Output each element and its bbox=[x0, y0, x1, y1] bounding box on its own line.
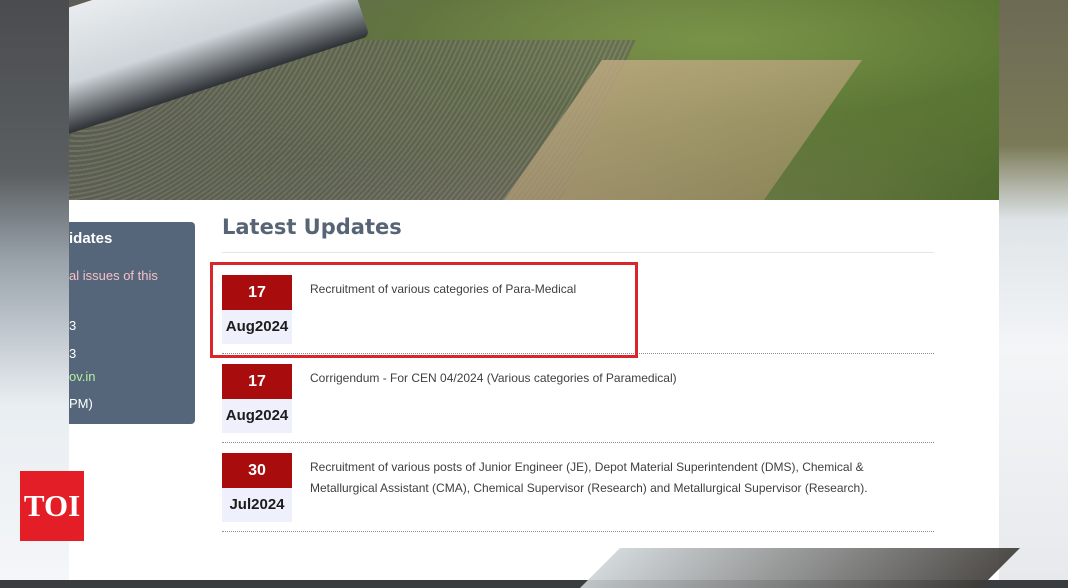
train-image-bottom bbox=[580, 548, 1020, 588]
divider bbox=[222, 252, 934, 253]
content-card: idates al issues of this 3 3 ov.in PM) L… bbox=[69, 200, 999, 580]
background-right bbox=[999, 0, 1068, 580]
date-day: 30 bbox=[222, 453, 292, 488]
list-item[interactable]: 17 Aug2024 Corrigendum - For CEN 04/2024… bbox=[222, 354, 934, 443]
date-month-year: Aug2024 bbox=[222, 399, 292, 433]
update-link[interactable]: Recruitment of various posts of Junior E… bbox=[310, 457, 910, 499]
page-title: Latest Updates bbox=[222, 215, 402, 239]
date-badge: 17 Aug2024 bbox=[222, 364, 292, 433]
update-link[interactable]: Corrigendum - For CEN 04/2024 (Various c… bbox=[310, 368, 910, 389]
helpdesk-phone-2: 3 bbox=[69, 346, 77, 361]
helpdesk-title: idates bbox=[69, 230, 113, 247]
date-month-year: Jul2024 bbox=[222, 488, 292, 522]
highlight-box bbox=[210, 262, 638, 358]
date-badge: 30 Jul2024 bbox=[222, 453, 292, 522]
helpdesk-hours: PM) bbox=[69, 396, 93, 411]
date-day: 17 bbox=[222, 364, 292, 399]
list-item[interactable]: 30 Jul2024 Recruitment of various posts … bbox=[222, 443, 934, 532]
hero-image bbox=[69, 0, 999, 200]
helpdesk-email-link[interactable]: ov.in bbox=[69, 369, 96, 384]
helpdesk-issue-text: al issues of this bbox=[69, 268, 158, 283]
helpdesk-phone-1: 3 bbox=[69, 318, 77, 333]
toi-logo: TOI bbox=[20, 471, 84, 541]
helpdesk-panel: idates al issues of this 3 3 ov.in PM) bbox=[69, 222, 195, 424]
